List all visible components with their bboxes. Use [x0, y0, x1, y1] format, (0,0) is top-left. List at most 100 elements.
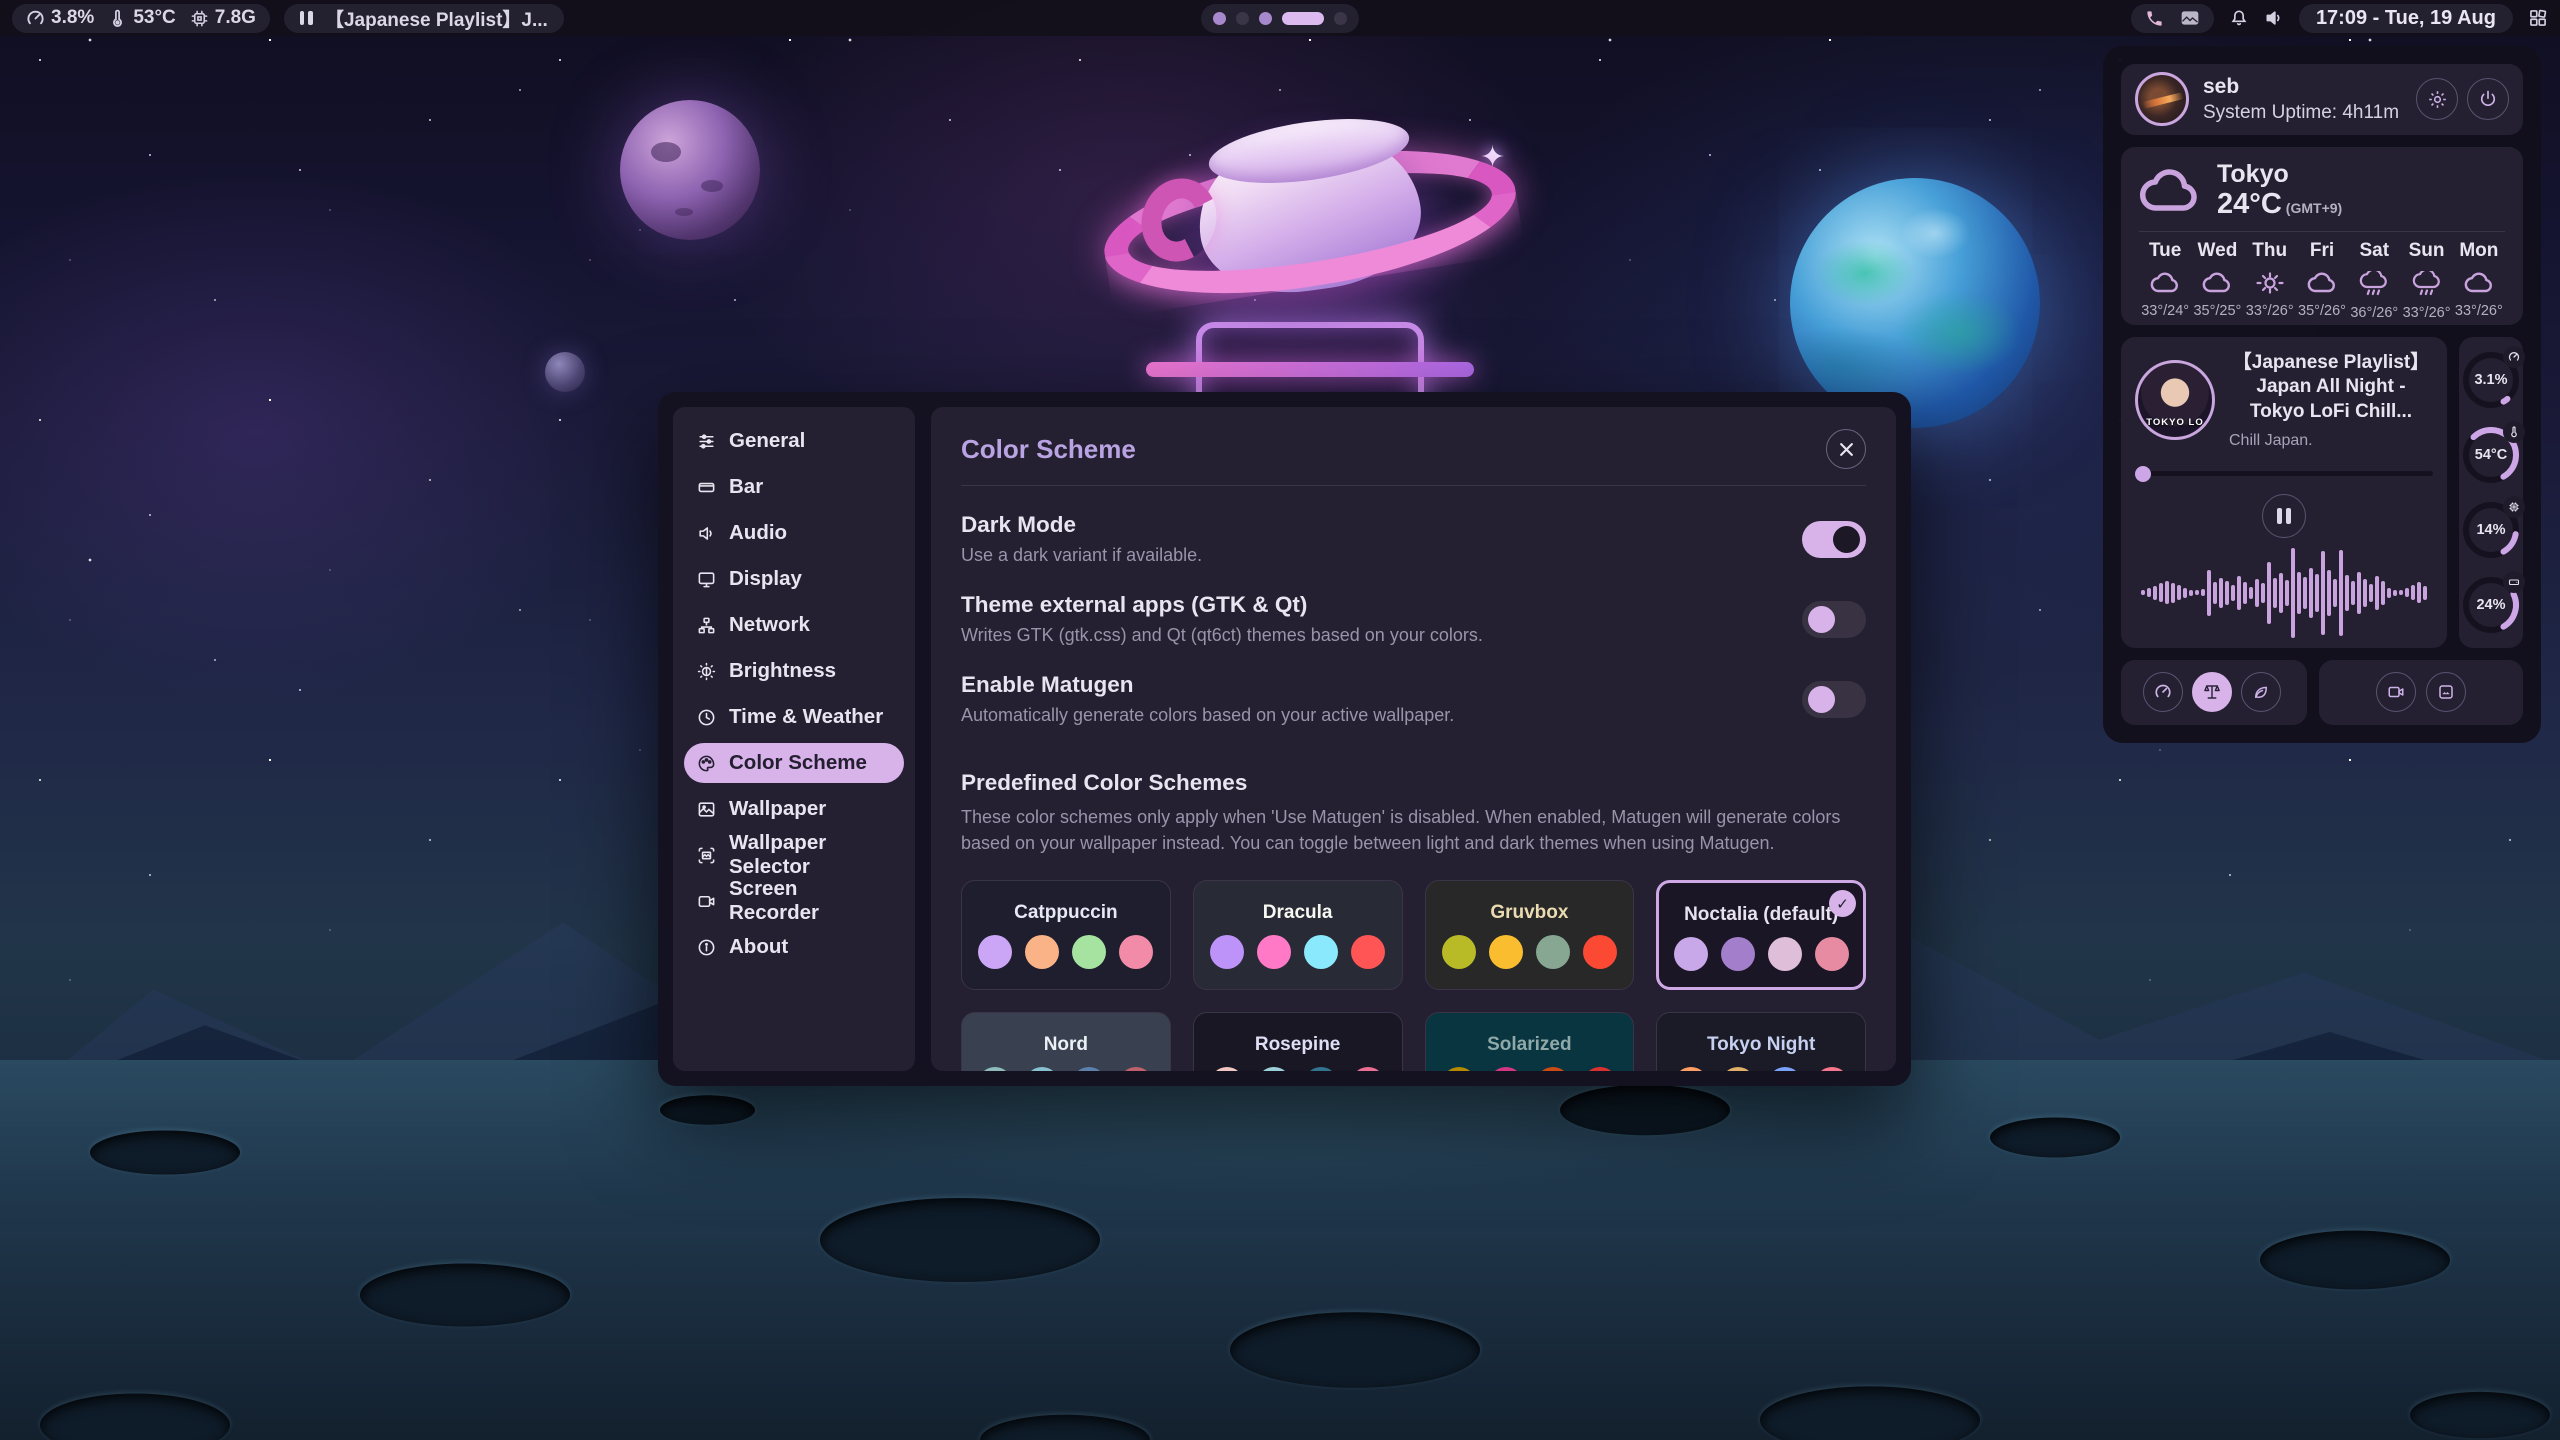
system-stats-pill[interactable]: 3.8% 53°C 7.8G	[12, 4, 270, 33]
performance-profile-button[interactable]	[2143, 672, 2183, 712]
notifications-bell-icon[interactable]	[2229, 8, 2249, 28]
scheme-name: Noctalia (default)	[1684, 904, 1838, 926]
toggle-description: Automatically generate colors based on y…	[961, 705, 1454, 726]
visualizer-bar	[2399, 590, 2403, 595]
scheme-card-catppuccin[interactable]: ✓ Catppuccin	[961, 880, 1171, 990]
workspace-dot[interactable]	[1334, 12, 1347, 25]
scheme-card-solarized[interactable]: ✓ Solarized	[1425, 1012, 1635, 1071]
volume-icon[interactable]	[2264, 8, 2284, 28]
sidebar-item-wallpaper[interactable]: Wallpaper	[684, 789, 904, 829]
workspace-dot[interactable]	[1213, 12, 1226, 25]
toggle-switch[interactable]	[1802, 601, 1866, 638]
speaker-icon	[697, 524, 716, 543]
color-swatch	[1119, 935, 1153, 969]
color-swatch	[1025, 935, 1059, 969]
page-title: Color Scheme	[961, 434, 1136, 465]
sidebar-item-display[interactable]: Display	[684, 559, 904, 599]
workspace-indicator[interactable]	[1201, 4, 1359, 33]
scheme-card-tokyo-night[interactable]: ✓ Tokyo Night	[1656, 1012, 1866, 1071]
visualizer-bar	[2291, 548, 2295, 638]
clock-text: 17:09 - Tue, 19 Aug	[2316, 7, 2496, 30]
avatar	[2135, 72, 2189, 126]
divider	[2139, 231, 2505, 232]
visualizer-bar	[2231, 585, 2235, 601]
power-button[interactable]	[2467, 78, 2509, 120]
clock[interactable]: 17:09 - Tue, 19 Aug	[2299, 4, 2513, 33]
weather-widget[interactable]: Tokyo 24°C(GMT+9) Tue 33°/24° Wed 35°/25…	[2121, 147, 2523, 325]
settings-button[interactable]	[2416, 78, 2458, 120]
media-progress-bar[interactable]	[2135, 466, 2433, 482]
visualizer-bar	[2357, 572, 2361, 614]
visualizer-bar	[2171, 583, 2175, 603]
visualizer-bar	[2153, 586, 2157, 600]
crater	[1230, 1312, 1480, 1388]
moon-surface	[0, 1060, 2560, 1440]
overview-grid-icon[interactable]	[2528, 8, 2548, 28]
visualizer-bar	[2339, 550, 2343, 636]
scheme-name: Gruvbox	[1490, 902, 1568, 924]
forecast-day: Mon 33°/26°	[2453, 240, 2505, 321]
balanced-profile-button[interactable]	[2192, 672, 2232, 712]
system-monitor-card: 3.1% 54°C 14% 24%	[2459, 337, 2523, 648]
screenshot-button[interactable]	[2426, 672, 2466, 712]
visualizer-bar	[2363, 579, 2367, 607]
forecast-temps: 36°/26°	[2348, 305, 2400, 321]
toggle-knob	[1808, 686, 1835, 713]
monitor-icon	[697, 570, 716, 589]
color-swatch	[1721, 937, 1755, 971]
phone-icon[interactable]	[2145, 9, 2164, 28]
workspace-dot[interactable]	[1282, 12, 1324, 25]
progress-track	[2147, 471, 2433, 476]
workspace-dot[interactable]	[1236, 12, 1249, 25]
sidebar-item-label: Wallpaper Selector	[729, 831, 891, 879]
power-saver-profile-button[interactable]	[2241, 672, 2281, 712]
scheme-card-dracula[interactable]: ✓ Dracula	[1193, 880, 1403, 990]
sidebar-item-brightness[interactable]: Brightness	[684, 651, 904, 691]
toggle-switch[interactable]	[1802, 681, 1866, 718]
pause-button[interactable]	[2262, 494, 2306, 538]
progress-handle[interactable]	[2135, 466, 2151, 482]
image-icon	[697, 800, 716, 819]
toggle-switch[interactable]	[1802, 521, 1866, 558]
color-swatch	[1119, 1067, 1153, 1071]
color-swatch	[1536, 1067, 1570, 1071]
sidebar-item-about[interactable]: About	[684, 927, 904, 967]
color-swatch	[1025, 1067, 1059, 1071]
thermometer-icon	[108, 9, 127, 28]
forecast-day-name: Fri	[2296, 240, 2348, 262]
sidebar-item-network[interactable]: Network	[684, 605, 904, 645]
crater	[1560, 1085, 1730, 1135]
gauge-icon	[2503, 346, 2525, 368]
screen-record-button[interactable]	[2376, 672, 2416, 712]
color-swatch	[1815, 1067, 1849, 1071]
bar-tray: 17:09 - Tue, 19 Aug	[2131, 4, 2548, 33]
workspace-dot[interactable]	[1259, 12, 1272, 25]
bar-media-pill[interactable]: 【Japanese Playlist】J...	[284, 4, 564, 33]
close-button[interactable]	[1826, 429, 1866, 469]
scheme-card-rosepine[interactable]: ✓ Rosepine	[1193, 1012, 1403, 1071]
color-swatch	[1442, 1067, 1476, 1071]
media-subtitle: Chill Japan.	[2229, 432, 2433, 450]
sidebar-item-general[interactable]: General	[684, 421, 904, 461]
sidebar-item-audio[interactable]: Audio	[684, 513, 904, 553]
cloud-icon	[2139, 168, 2201, 214]
toggle-description: Use a dark variant if available.	[961, 545, 1202, 566]
wallpaper-icon[interactable]	[2180, 8, 2200, 28]
bar-media-title: 【Japanese Playlist】J...	[325, 5, 548, 32]
sidebar-item-bar[interactable]: Bar	[684, 467, 904, 507]
sidebar-item-screen-recorder[interactable]: Screen Recorder	[684, 881, 904, 921]
scheme-card-nord[interactable]: ✓ Nord	[961, 1012, 1171, 1071]
crater	[1990, 1118, 2120, 1158]
sidebar-item-color-scheme[interactable]: Color Scheme	[684, 743, 904, 783]
visualizer-bar	[2375, 576, 2379, 610]
scheme-card-gruvbox[interactable]: ✓ Gruvbox	[1425, 880, 1635, 990]
scheme-name: Tokyo Night	[1707, 1034, 1815, 1056]
user-name: seb	[2203, 75, 2399, 99]
sidebar-item-label: Display	[729, 567, 802, 591]
forecast-day: Fri 35°/26°	[2296, 240, 2348, 321]
sidebar-item-time-weather[interactable]: Time & Weather	[684, 697, 904, 737]
sidebar-item-wallpaper-selector[interactable]: Wallpaper Selector	[684, 835, 904, 875]
forecast-day-name: Mon	[2453, 240, 2505, 262]
scheme-card-noctalia[interactable]: ✓ Noctalia (default)	[1656, 880, 1866, 990]
toggle-label: Dark Mode	[961, 512, 1202, 538]
